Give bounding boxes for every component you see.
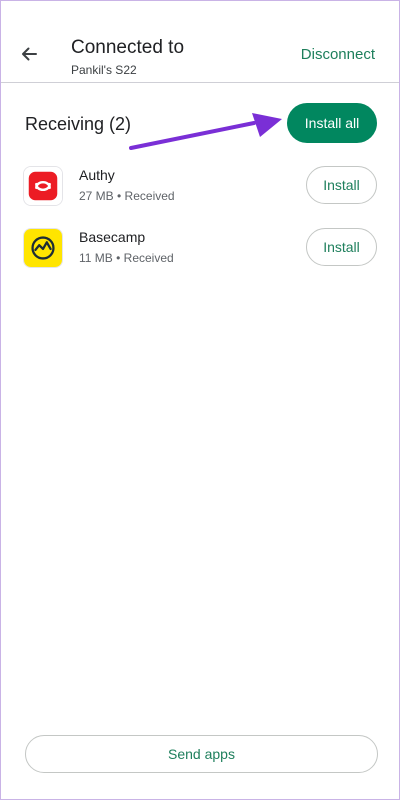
app-meta: 11 MB • Received [79,251,174,265]
receiving-heading: Receiving (2) [25,114,132,134]
back-arrow-icon [22,47,37,61]
device-name: Pankil's S22 [71,63,137,77]
app-meta: 27 MB • Received [79,189,175,203]
app-bar: Connected to Pankil's S22 Disconnect [1,1,399,83]
app-name: Basecamp [79,229,146,245]
send-apps-button[interactable]: Send apps [25,735,378,773]
disconnect-button[interactable]: Disconnect [301,46,375,63]
connection-info: Connected to Pankil's S22 [71,37,184,78]
page-title: Connected to [71,37,185,58]
list-item: Authy 27 MB • Received Install [1,161,399,211]
install-button-basecamp[interactable]: Install [306,228,377,266]
screen: Connected to Pankil's S22 Disconnect Rec… [0,0,400,800]
list-item: Basecamp 11 MB • Received Install [1,223,399,273]
app-name: Authy [79,167,115,183]
back-button[interactable] [13,38,45,70]
annotation-arrow-icon [129,113,282,150]
basecamp-icon [23,228,63,268]
install-button-authy[interactable]: Install [306,166,377,204]
install-all-button[interactable]: Install all [287,103,377,143]
authy-icon [23,166,63,206]
